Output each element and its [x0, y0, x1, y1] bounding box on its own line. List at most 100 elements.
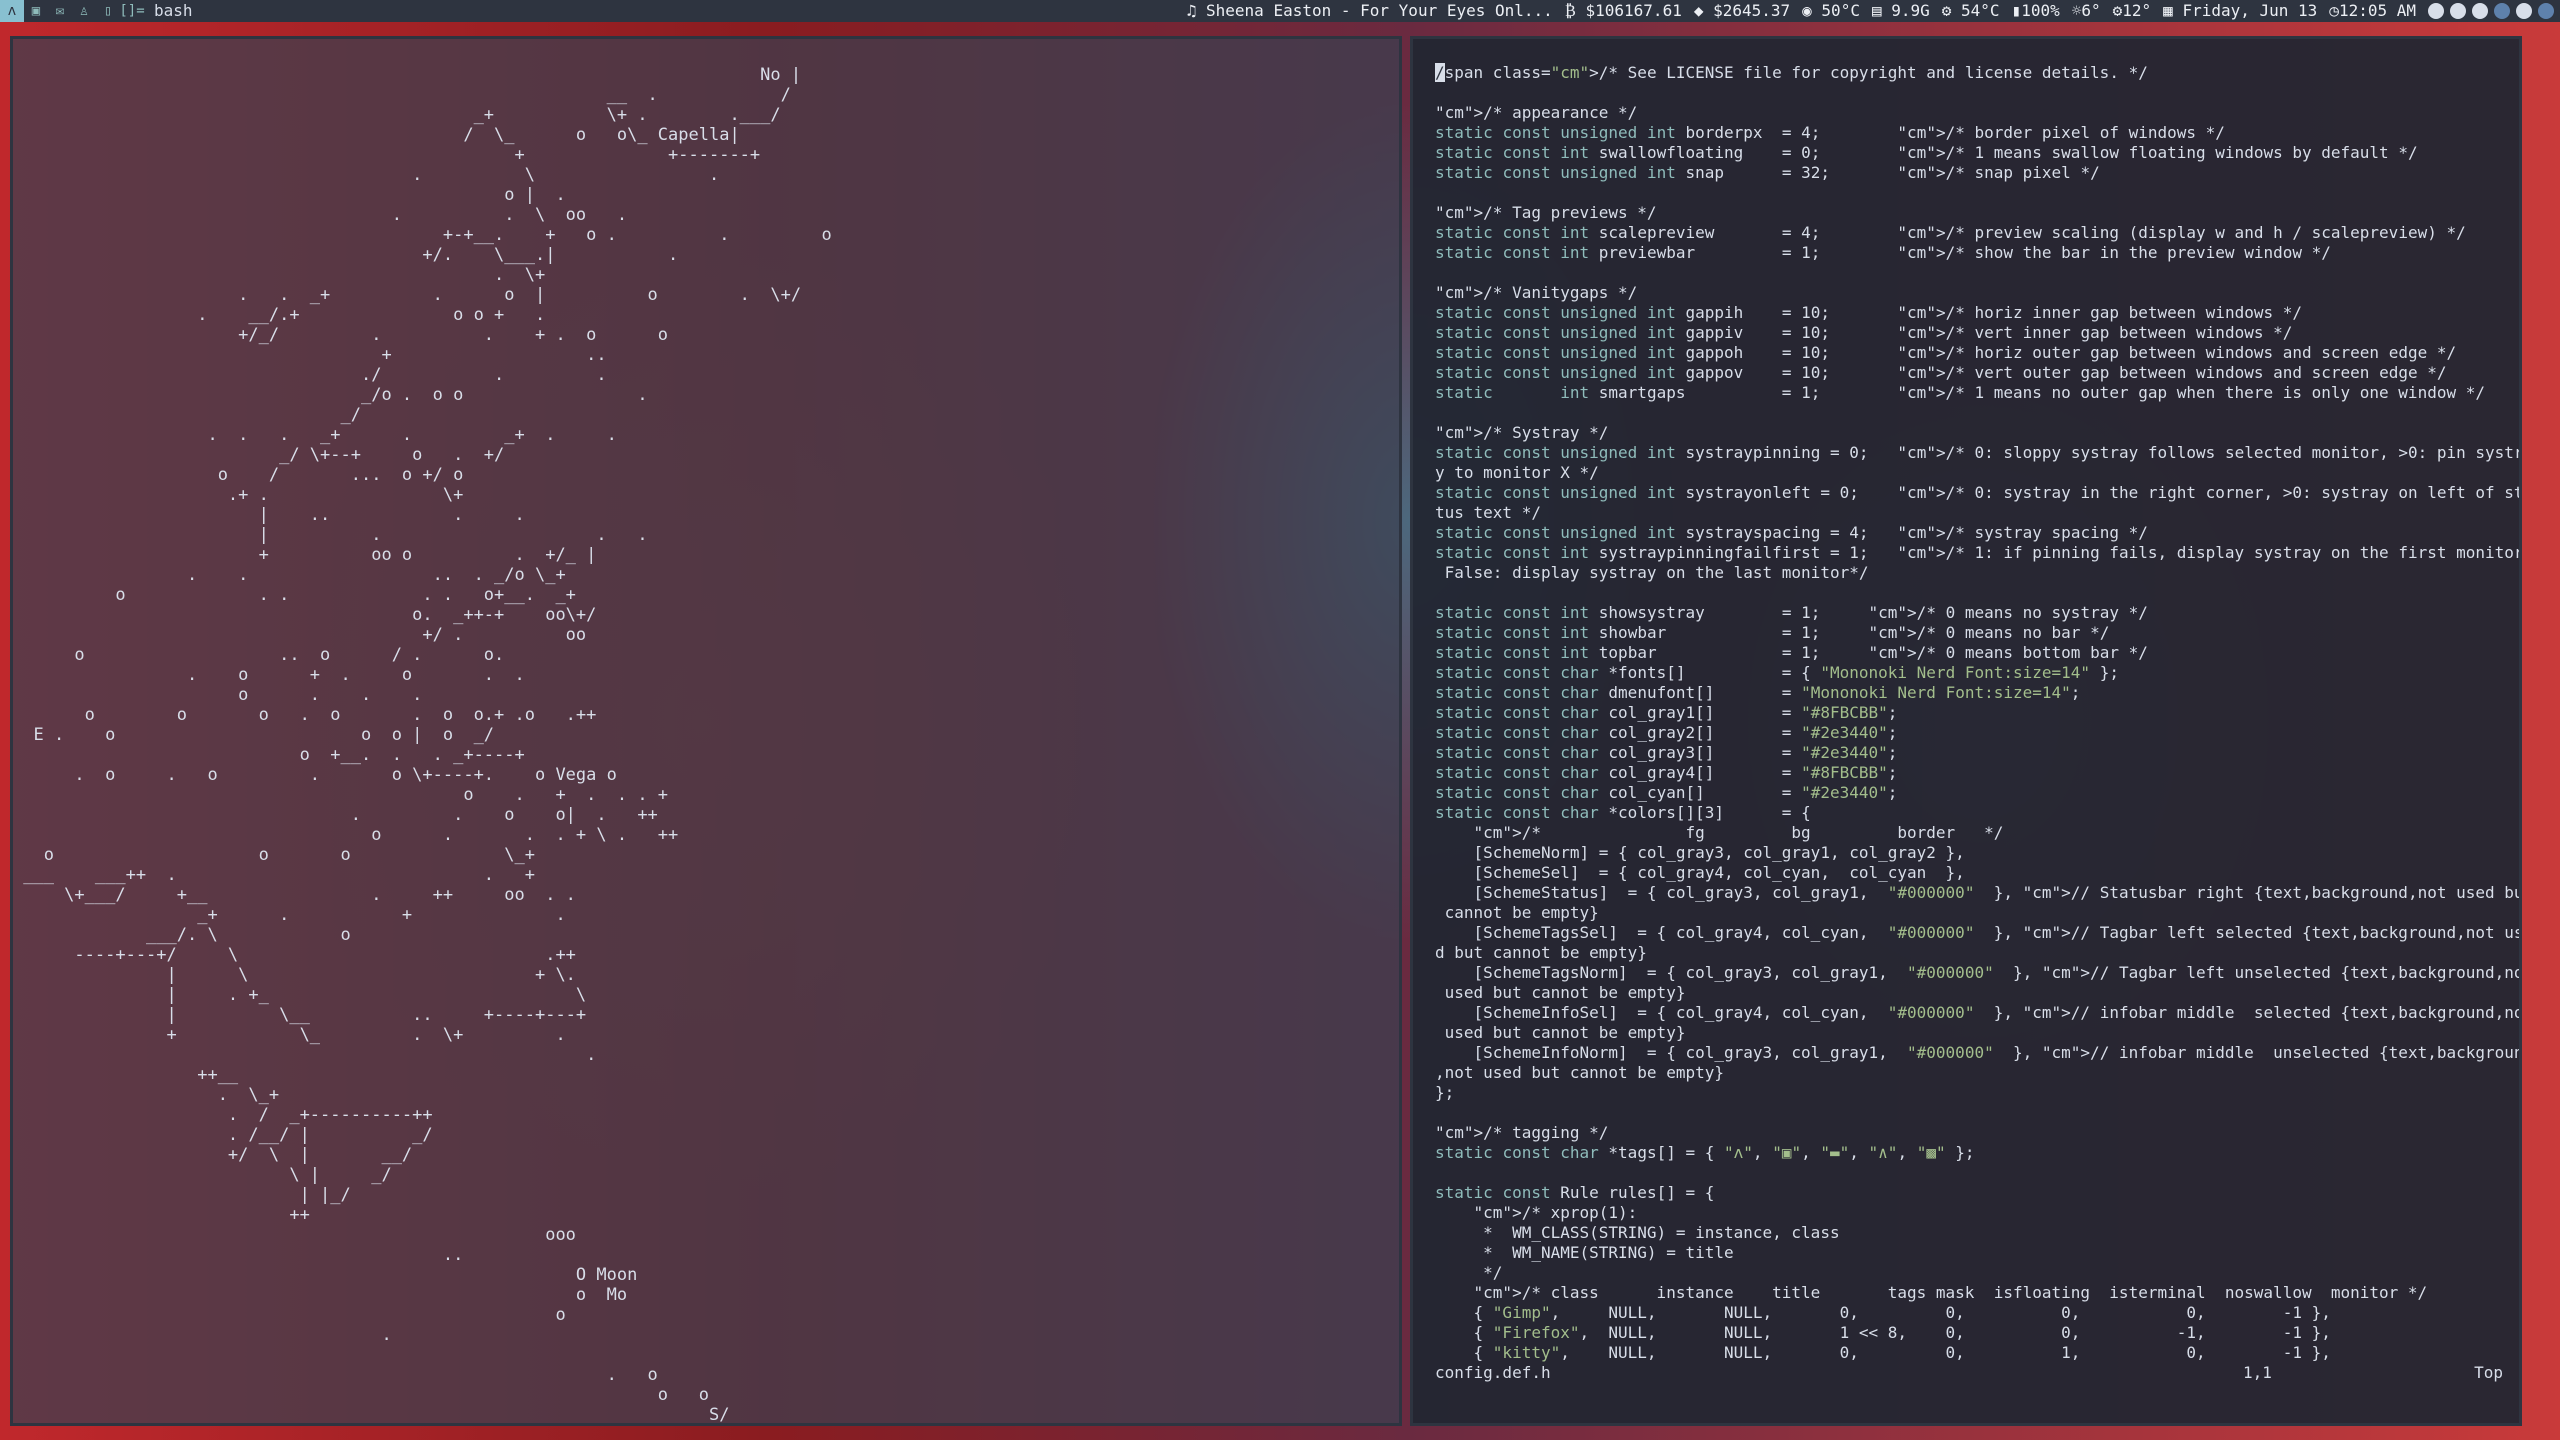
- tray-icon[interactable]: [2538, 3, 2554, 19]
- code-line: y to monitor X */: [1435, 463, 1599, 482]
- tag-1-icon[interactable]: ʌ: [0, 0, 24, 22]
- code-line: cannot be empty}: [1435, 903, 1599, 922]
- code-line: [SchemeInfoNorm] = { col_gray3, col_gray…: [1435, 1043, 2522, 1062]
- code-line: static const char *colors[][3] = {: [1435, 803, 1811, 822]
- ram-usage: ▤ 9.9G: [1871, 1, 1930, 20]
- ascii-line: | |_/: [13, 1185, 351, 1205]
- ascii-line: . o + . o . .: [13, 665, 525, 685]
- code-line: ,not used but cannot be empty}: [1435, 1063, 1724, 1082]
- ascii-line: o o o . o . o o.+ .o .++: [13, 705, 597, 725]
- ascii-line: ++__: [13, 1065, 239, 1085]
- tray-icon[interactable]: [2472, 3, 2488, 19]
- ascii-line: E . o o o | o _/: [13, 725, 495, 745]
- code-line: static const unsigned int gappov = 10; "…: [1435, 363, 2447, 382]
- code-line: { "Gimp", NULL, NULL, 0, 0, 0, 0, -1 },: [1435, 1303, 2331, 1322]
- ascii-line: . \+: [13, 265, 546, 285]
- ascii-line: _/ \+--+ o . +/: [13, 445, 505, 465]
- ascii-line: . o: [13, 1365, 658, 1385]
- ascii-line: ./ . .: [13, 365, 607, 385]
- cpu-temp: ◉ 50°C: [1802, 1, 1860, 20]
- code-line: { "Firefox", NULL, NULL, 1 << 8, 0, 0, -…: [1435, 1323, 2331, 1342]
- code-line: static const char col_gray3[] = "#2e3440…: [1435, 743, 1898, 762]
- ascii-line: | .. . .: [13, 505, 525, 525]
- tray-icon[interactable]: [2494, 3, 2510, 19]
- tag-2-icon[interactable]: ▣: [24, 0, 48, 22]
- code-line: [SchemeInfoSel] = { col_gray4, col_cyan,…: [1435, 1003, 2522, 1022]
- tag-4-icon[interactable]: ♙: [72, 0, 96, 22]
- code-line: "cm">/* Systray */: [1435, 423, 1609, 442]
- system-tray[interactable]: [2422, 3, 2560, 19]
- ascii-line: ----+---+/ \ .++: [13, 945, 576, 965]
- layout-icon[interactable]: []=: [119, 0, 144, 22]
- code-line: static const unsigned int snap = 32; "cm…: [1435, 163, 2100, 182]
- ascii-line: ___/. \ o: [13, 925, 351, 945]
- ascii-line: o o: [13, 1385, 709, 1405]
- code-line: [SchemeStatus] = { col_gray3, col_gray1,…: [1435, 883, 2522, 902]
- music-icon: ♫: [1186, 1, 1207, 20]
- terminal-ascii-sky[interactable]: No | __ . / _+ \+ . .___/ / \_ o o\_ Cap…: [10, 36, 1402, 1426]
- code-line: static const Rule rules[] = {: [1435, 1183, 1715, 1202]
- weather-1: ☼6°: [2071, 1, 2101, 20]
- tag-5-icon[interactable]: ▯: [96, 0, 120, 22]
- ascii-line: No |: [13, 65, 802, 85]
- terminal-editor[interactable]: /span class="cm">/* See LICENSE file for…: [1410, 36, 2522, 1426]
- code-line: { "kitty", NULL, NULL, 0, 0, 1, 0, -1 },: [1435, 1343, 2331, 1362]
- tray-icon[interactable]: [2450, 3, 2466, 19]
- ascii-line: o . . . + \ . ++: [13, 825, 679, 845]
- status-filename: config.def.h: [1435, 1363, 1551, 1382]
- ascii-line: O Moon: [13, 1265, 638, 1285]
- ascii-star-map: No | __ . / _+ \+ . .___/ / \_ o o\_ Cap…: [13, 65, 832, 1425]
- code-line: used but cannot be empty}: [1435, 1023, 1686, 1042]
- code-line: static const char col_gray2[] = "#2e3440…: [1435, 723, 1898, 742]
- ascii-line: + oo o . +/_ |: [13, 545, 597, 565]
- ascii-line: . __/.+ o o + .: [13, 305, 546, 325]
- code-line: "cm">/* xprop(1):: [1473, 1203, 1638, 1222]
- time: ◷12:05 AM: [2329, 1, 2416, 20]
- ascii-line: S/: [13, 1405, 730, 1425]
- ascii-line: o . + . . . +: [13, 785, 669, 805]
- tag-3-icon[interactable]: ✉: [48, 0, 72, 22]
- ascii-line: . . \ oo .: [13, 205, 628, 225]
- code-line: "cm">/* Vanitygaps */: [1435, 283, 1638, 302]
- code-line: static const unsigned int gappiv = 10; "…: [1435, 323, 2293, 342]
- media-status[interactable]: ♫ Sheena Easton - For Your Eyes Onl...: [1181, 0, 1559, 22]
- ascii-line: _/o . o o .: [13, 385, 648, 405]
- code-line: "cm">/* Tag previews */: [1435, 203, 1657, 222]
- eth-price: ◆ $2645.37: [1693, 1, 1791, 20]
- ascii-line: . /__/ | _/: [13, 1125, 433, 1145]
- code-line: static const char *fonts[] = { "Mononoki…: [1435, 663, 2119, 682]
- ascii-line: o Mo: [13, 1285, 628, 1305]
- code-line: static const unsigned int gappih = 10; "…: [1435, 303, 2302, 322]
- gpu-temp: ⚙ 54°C: [1941, 1, 2000, 20]
- ascii-line: _+ . + .: [13, 905, 566, 925]
- ascii-line: o. _++-+ oo\+/: [13, 605, 597, 625]
- ascii-line: .: [13, 1325, 392, 1345]
- tray-icon[interactable]: [2516, 3, 2532, 19]
- ascii-line: o o o \_+: [13, 845, 535, 865]
- ascii-line: . o . o . o \+----+. o Vega o: [13, 765, 617, 785]
- tray-icon[interactable]: [2428, 3, 2444, 19]
- window-title: bash: [154, 1, 193, 20]
- ascii-line: | \ + \.: [13, 965, 576, 985]
- ascii-line: + \_ . \+ .: [13, 1025, 566, 1045]
- battery: ▮100%: [2011, 1, 2060, 20]
- ascii-line: o / ... o +/ o: [13, 465, 464, 485]
- code-buffer[interactable]: /span class="cm">/* See LICENSE file for…: [1435, 63, 2522, 1363]
- ascii-line: . . . _+ . _+ . .: [13, 425, 617, 445]
- weather-2: ⚙12°: [2112, 1, 2152, 20]
- ascii-line: o .. o / . o.: [13, 645, 505, 665]
- code-line: [SchemeNorm] = { col_gray3, col_gray1, c…: [1435, 843, 1965, 862]
- ascii-line: o | .: [13, 185, 566, 205]
- ascii-line: o . . . . o+__. _+: [13, 585, 576, 605]
- ascii-line: . / _+----------++: [13, 1105, 433, 1125]
- code-line: static const int scalepreview = 4; "cm">…: [1435, 223, 2466, 242]
- ascii-line: ++: [13, 1205, 310, 1225]
- code-line: tus text */: [1435, 503, 1541, 522]
- ascii-line: . \_+: [13, 1085, 280, 1105]
- ascii-line: | . +_ \: [13, 985, 587, 1005]
- ascii-line: + +-------+: [13, 145, 761, 165]
- code-line: * WM_NAME(STRING) = title: [1435, 1243, 1734, 1262]
- ascii-line: +/ \ | __/: [13, 1145, 413, 1165]
- ascii-line: _+ \+ . .___/: [13, 105, 781, 125]
- code-line: [SchemeTagsNorm] = { col_gray3, col_gray…: [1435, 963, 2522, 982]
